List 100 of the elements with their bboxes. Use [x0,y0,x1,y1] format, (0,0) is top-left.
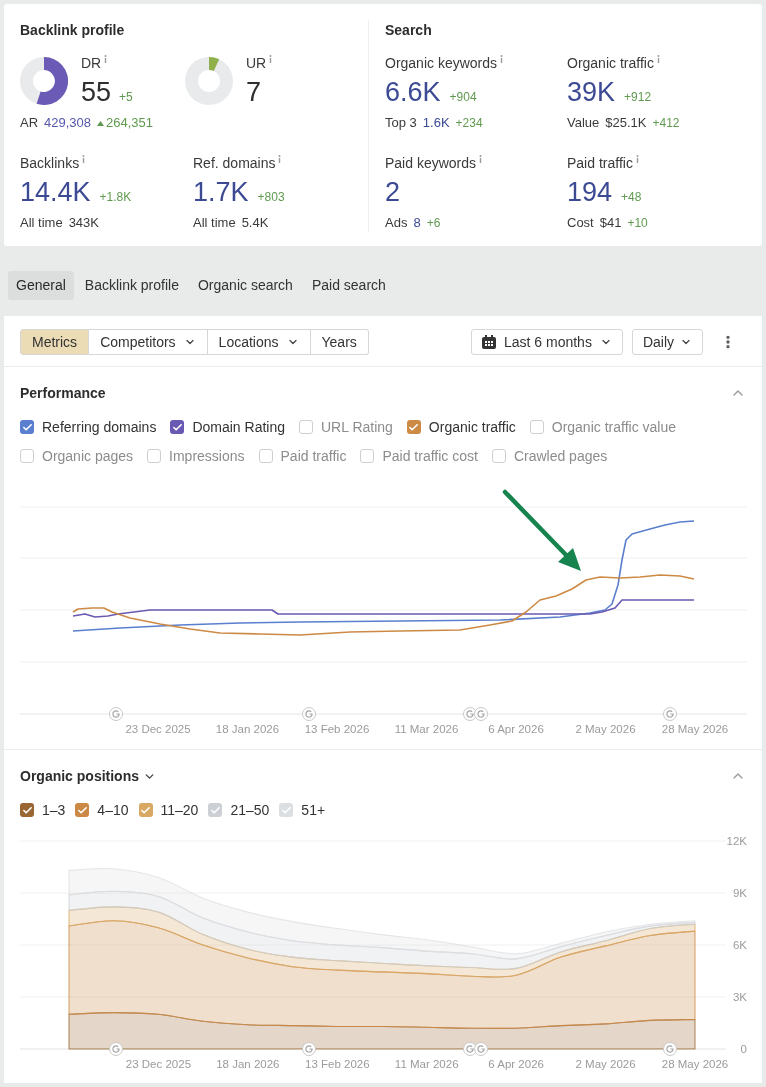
check-icon [21,421,33,433]
update-marker-icon[interactable] [463,707,477,721]
info-icon[interactable] [656,55,660,63]
change-value: +912 [624,89,652,105]
metric-value[interactable]: 1.7K [193,176,249,208]
date-range-dropdown[interactable]: Last 6 months [470,329,623,355]
metric-label: Paid traffic [567,154,633,172]
info-icon[interactable] [479,155,483,163]
sub-label: All time [193,214,236,232]
info-icon[interactable] [635,155,639,163]
checkbox[interactable] [529,420,544,434]
checkbox-label[interactable]: 11–20 [160,800,199,820]
check-icon [140,804,151,816]
metric-value[interactable]: 39K [567,76,616,108]
metric-label: Backlinks [20,154,80,172]
update-marker-icon[interactable] [474,1042,488,1056]
update-marker-icon[interactable] [463,1042,477,1056]
filter-dropdown[interactable]: Competitors [89,329,208,355]
change-value: +10 [627,215,648,231]
sub-value[interactable]: 8 [413,214,421,232]
checkbox[interactable] [20,449,34,463]
ar-label: AR [20,114,39,132]
change-value: +6 [426,215,441,231]
section-title: Performance [20,384,106,403]
checkbox[interactable] [491,449,506,463]
axis-label: 6 Apr 2026 [488,1058,544,1070]
checkbox[interactable] [258,449,273,463]
check-icon [408,421,420,433]
axis-label: 11 Mar 2026 [394,723,459,735]
section-title: Search [385,21,433,40]
info-icon[interactable] [500,55,504,63]
axis-label: 23 Dec 2025 [125,1058,192,1070]
change-value: +803 [257,189,285,205]
section-title-dropdown[interactable]: Organic positions [20,766,156,786]
tab[interactable]: Paid search [303,271,394,300]
check-icon [280,804,292,816]
metric-value[interactable]: 6.6K [385,76,441,108]
metric-label: Organic traffic [567,54,654,72]
checkbox-label[interactable]: 1–3 [42,800,66,820]
info-icon[interactable] [104,55,108,63]
sub-value: 343K [68,214,99,232]
checkbox-label[interactable]: Organic traffic [428,417,516,437]
axis-label: 13 Feb 2026 [305,1058,370,1070]
triangle-up-icon [97,120,105,126]
change-value: +48 [621,189,642,205]
checkbox-label[interactable]: Domain Rating [192,417,285,437]
update-marker-icon[interactable] [109,707,123,721]
interval-dropdown[interactable]: Daily [631,329,703,355]
checkbox-label[interactable]: 51+ [301,800,326,820]
checkbox[interactable] [170,420,185,434]
ar-value[interactable]: 429,308 [44,114,92,132]
metric-value[interactable]: 194 [567,176,613,208]
sub-value[interactable]: 1.6K [422,114,450,132]
change-value: +234 [455,115,483,131]
checkbox-label[interactable]: 4–10 [97,800,129,820]
checkbox-label[interactable]: Impressions [169,446,245,466]
checkbox[interactable] [360,449,375,463]
checkbox[interactable] [406,420,421,434]
info-icon[interactable] [278,155,282,163]
axis-label: 28 May 2026 [661,723,729,735]
checkbox[interactable] [208,803,223,817]
axis-label: 23 Dec 2025 [125,723,191,735]
metric-value[interactable]: 2 [385,176,401,208]
change-value: +5 [119,89,133,105]
checkbox[interactable] [147,449,162,463]
checkbox[interactable] [20,420,34,434]
update-marker-icon[interactable] [302,1042,316,1056]
update-marker-icon[interactable] [663,707,677,721]
checkbox-label[interactable]: Paid traffic [280,446,347,466]
info-icon[interactable] [82,155,86,163]
sub-label: Value [567,114,600,132]
checkbox-label[interactable]: 21–50 [230,800,270,820]
checkbox[interactable] [75,803,90,817]
filter-toggle[interactable]: Metrics [20,329,90,355]
metric-value[interactable]: 14.4K [20,176,91,208]
rating-value: 55 [81,76,112,108]
checkbox[interactable] [20,803,34,817]
axis-label: 2 May 2026 [575,723,636,735]
checkbox[interactable] [138,803,153,817]
update-marker-icon[interactable] [474,707,488,721]
checkbox[interactable] [279,803,294,817]
checkbox-label[interactable]: URL Rating [321,417,393,437]
sub-label: Cost [567,214,594,232]
check-icon [76,804,88,816]
filter-toggle[interactable]: Years [310,329,369,355]
tab[interactable]: Organic search [189,271,301,300]
info-icon[interactable] [269,55,273,63]
metric-label: Paid keywords [385,154,477,172]
change-value: +1.8K [99,189,132,205]
checkbox-label[interactable]: Referring domains [42,417,157,437]
update-marker-icon[interactable] [663,1042,677,1056]
metric-label: Organic keywords [385,54,498,72]
update-marker-icon[interactable] [109,1042,123,1056]
axis-label: 11 Mar 2026 [394,1058,459,1070]
update-marker-icon[interactable] [302,707,316,721]
axis-label: 18 Jan 2026 [216,1058,280,1070]
filter-dropdown[interactable]: Locations [207,329,311,355]
checkbox[interactable] [299,420,313,434]
tab[interactable]: Backlink profile [76,271,187,300]
tab[interactable]: General [8,271,74,300]
